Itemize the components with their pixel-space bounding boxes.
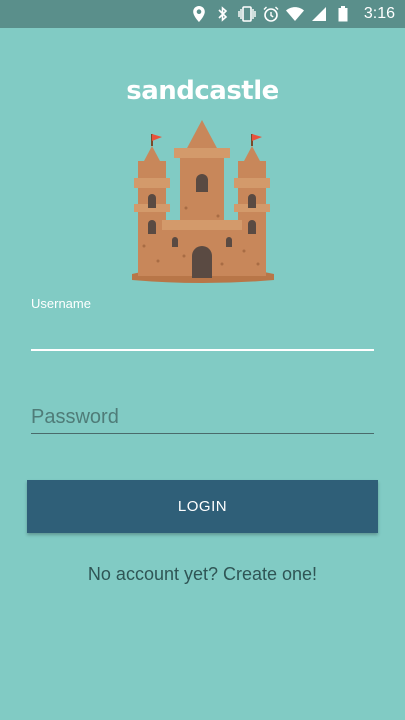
app-title: sandcastle bbox=[126, 76, 279, 106]
bluetooth-icon bbox=[214, 5, 232, 23]
signal-icon bbox=[310, 5, 328, 23]
battery-icon bbox=[334, 5, 352, 23]
status-bar: 3:16 bbox=[0, 0, 405, 28]
alarm-icon bbox=[262, 5, 280, 23]
password-input[interactable] bbox=[31, 403, 374, 431]
username-input[interactable] bbox=[31, 318, 374, 346]
username-label: Username bbox=[31, 296, 91, 311]
password-field bbox=[31, 400, 374, 436]
username-field: Username bbox=[31, 296, 374, 356]
clock: 3:16 bbox=[363, 5, 395, 22]
password-underline bbox=[31, 433, 374, 434]
wifi-icon bbox=[285, 5, 304, 23]
login-button[interactable]: LOGIN bbox=[27, 480, 378, 533]
location-icon bbox=[190, 5, 208, 23]
username-underline bbox=[31, 349, 374, 351]
sandcastle-logo bbox=[124, 116, 280, 284]
create-account-link[interactable]: No account yet? Create one! bbox=[0, 564, 405, 585]
status-icons: 3:16 bbox=[190, 0, 395, 28]
vibrate-icon bbox=[238, 5, 256, 23]
